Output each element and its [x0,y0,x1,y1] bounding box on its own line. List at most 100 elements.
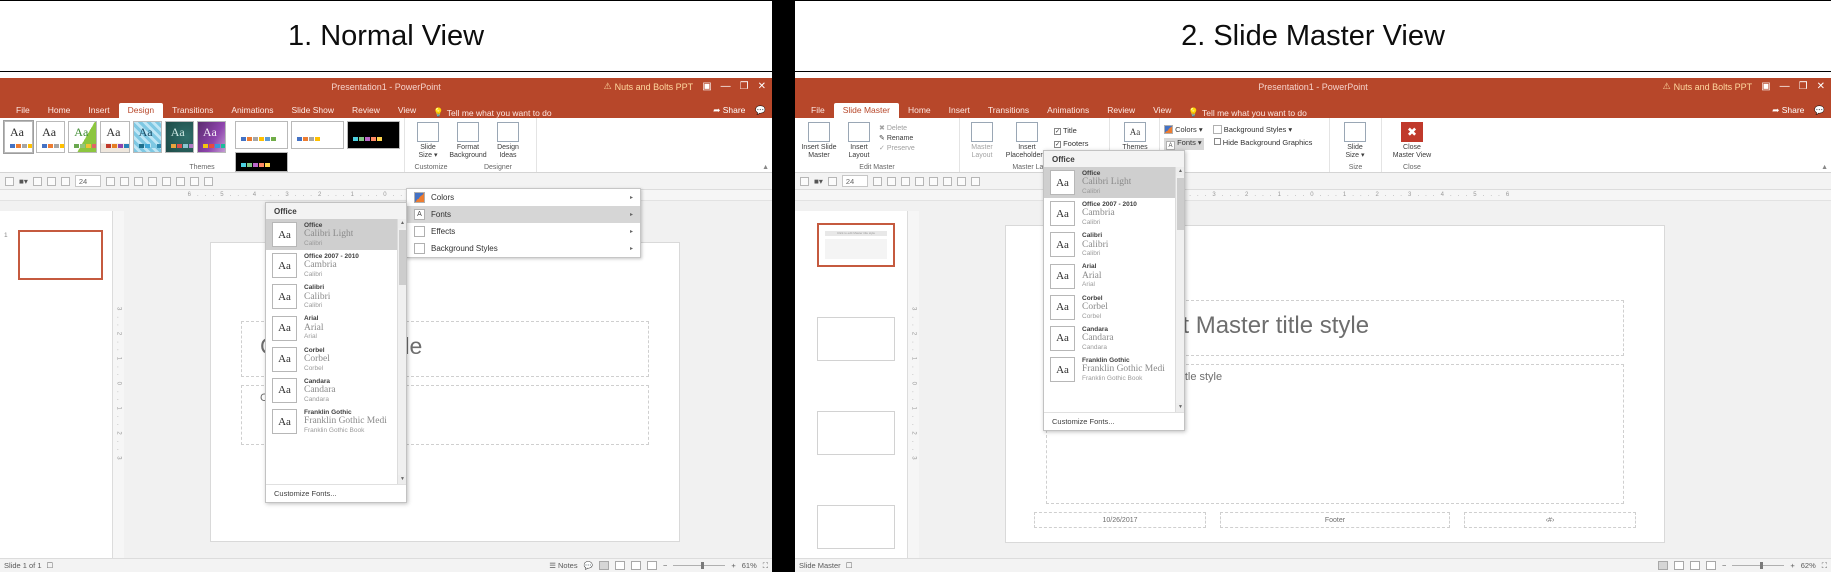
language-icon[interactable]: ☐ [846,561,853,570]
view-sorter-button[interactable] [1674,561,1684,570]
collapse-ribbon-icon[interactable]: ▲ [762,164,769,171]
effects-icon[interactable] [47,177,56,186]
chart-icon[interactable] [971,177,980,186]
scroll-down-icon[interactable]: ▼ [398,475,406,484]
zoom-level-label[interactable]: 61% [742,561,757,570]
font-theme-item[interactable]: Aa Corbel Corbel Corbel [1044,292,1184,323]
table-icon[interactable] [176,177,185,186]
zoom-slider-knob[interactable] [701,562,704,569]
master-thumbnail[interactable]: Click to edit Master title style [817,223,895,267]
format-background-button[interactable]: Format Background [449,121,487,160]
slide-size-button[interactable]: Slide Size ▾ [1334,122,1376,160]
close-button[interactable]: ✕ [758,82,766,92]
layout-thumbnail-3[interactable] [817,505,895,549]
theme-fonts-gallery[interactable]: Office Aa Office Calibri Light Calibri A… [265,202,407,503]
tab-slide-show[interactable]: Slide Show [282,103,343,118]
fit-to-window-icon[interactable]: ⛶ [763,561,768,571]
master-layout-button[interactable]: Master Layout [964,121,1000,160]
zoom-out-button[interactable]: − [1722,561,1726,570]
comments-icon[interactable]: 💬 [1814,105,1825,116]
view-slideshow-button[interactable] [1706,561,1716,570]
font-theme-item[interactable]: Aa Candara Candara Candara [266,375,406,406]
scrollbar-thumb[interactable] [399,230,406,285]
link-icon[interactable] [943,177,952,186]
background-styles-button[interactable]: Background Styles ▾ [1213,125,1292,134]
slide-size-button[interactable]: Slide Size ▾ [409,121,447,160]
theme-thumb-9[interactable] [291,121,344,149]
delete-master-button[interactable]: ✖ Delete [879,124,915,132]
audio-icon[interactable] [929,177,938,186]
zoom-in-button[interactable]: + [731,561,735,570]
zoom-slider[interactable] [673,565,725,566]
font-theme-item[interactable]: Aa Franklin Gothic Franklin Gothic Medi … [1044,354,1184,385]
slide-thumbnail-pane[interactable]: 1 [0,211,113,558]
shapes-icon[interactable] [800,177,809,186]
zoom-in-button[interactable]: + [1790,561,1794,570]
fonts-gallery-scrollbar[interactable]: ▲ ▼ [397,219,406,484]
tab-insert[interactable]: Insert [79,103,118,118]
font-theme-item[interactable]: Aa Arial Arial Arial [1044,260,1184,291]
zoom-out-button[interactable]: − [663,561,667,570]
scrollbar-thumb[interactable] [1177,178,1184,230]
close-button[interactable]: ✕ [1817,82,1825,92]
theme-thumb-office[interactable]: Aa [4,121,33,153]
tab-slide-master[interactable]: Slide Master [834,103,899,118]
tab-animations[interactable]: Animations [222,103,282,118]
notes-button[interactable]: ☰ Notes [549,561,577,570]
footer-date-placeholder[interactable]: 10/26/2017 [1034,512,1206,528]
arrange-icon[interactable] [120,177,129,186]
fonts-gallery-scrollbar[interactable]: ▲ ▼ [1175,167,1184,412]
picture-icon[interactable] [915,177,924,186]
more-icon[interactable] [204,177,213,186]
tab-file[interactable]: File [7,103,39,118]
layout-thumbnail-2[interactable] [817,411,895,455]
menu-item-effects[interactable]: Effects ▸ [407,223,640,240]
language-icon[interactable]: ☐ [47,561,54,570]
tab-file[interactable]: File [802,103,834,118]
close-master-view-button[interactable]: ✖ Close Master View [1386,122,1438,160]
chart-icon[interactable] [190,177,199,186]
picture-icon[interactable] [134,177,143,186]
audio-icon[interactable] [148,177,157,186]
slide-thumbnail-1[interactable] [18,230,103,280]
tab-design[interactable]: Design [119,103,163,118]
fonts-gallery-list[interactable]: Aa Office Calibri Light Calibri Aa Offic… [266,219,406,484]
insert-slide-master-button[interactable]: Insert Slide Master [799,121,839,160]
theme-thumb-7[interactable]: Aa [197,121,226,153]
theme-fonts-gallery[interactable]: Office Aa Office Calibri Light Calibri A… [1043,150,1185,431]
shape-style-icon[interactable] [61,177,70,186]
insert-layout-button[interactable]: Insert Layout [841,121,877,160]
tab-transitions[interactable]: Transitions [979,103,1038,118]
tab-home[interactable]: Home [39,103,80,118]
tell-me-box[interactable]: 💡 Tell me what you want to do [1180,107,1306,118]
theme-fonts-button[interactable]: A Fonts ▾ [1164,138,1204,150]
minimize-button[interactable]: — [721,82,731,92]
footer-page-placeholder[interactable]: ‹#› [1464,512,1636,528]
font-size-box[interactable]: 24 [75,175,101,187]
view-slideshow-button[interactable] [647,561,657,570]
tab-home[interactable]: Home [899,103,940,118]
layout-thumbnail-pane[interactable]: Click to edit Master title style [795,211,908,558]
menu-item-background-styles[interactable]: Background Styles ▸ [407,240,640,257]
tab-view[interactable]: View [1144,103,1180,118]
scroll-down-icon[interactable]: ▼ [1176,403,1184,412]
title-checkbox[interactable]: ✓ Title [1054,126,1089,135]
theme-thumb-4[interactable]: Aa [100,121,129,153]
rename-master-button[interactable]: ✎ Rename [879,134,915,142]
layout-thumbnail-1[interactable] [817,317,895,361]
shape-style-icon[interactable] [901,177,910,186]
font-theme-item[interactable]: Aa Calibri Calibri Calibri [1044,229,1184,260]
share-button[interactable]: ➦ Share [1772,105,1804,116]
align-icon[interactable] [873,177,882,186]
font-theme-item[interactable]: Aa Arial Arial Arial [266,312,406,343]
zoom-level-label[interactable]: 62% [1801,561,1816,570]
fill-color-icon[interactable]: ■▾ [814,177,823,186]
view-normal-button[interactable] [599,561,609,570]
font-size-box[interactable]: 24 [842,175,868,187]
menu-item-fonts[interactable]: A Fonts ▸ [407,206,640,223]
font-theme-item[interactable]: Aa Franklin Gothic Franklin Gothic Medi … [266,406,406,437]
link-icon[interactable] [162,177,171,186]
theme-colors-button[interactable]: Colors ▾ [1164,125,1203,134]
line-color-icon[interactable] [828,177,837,186]
minimize-button[interactable]: — [1780,82,1790,92]
